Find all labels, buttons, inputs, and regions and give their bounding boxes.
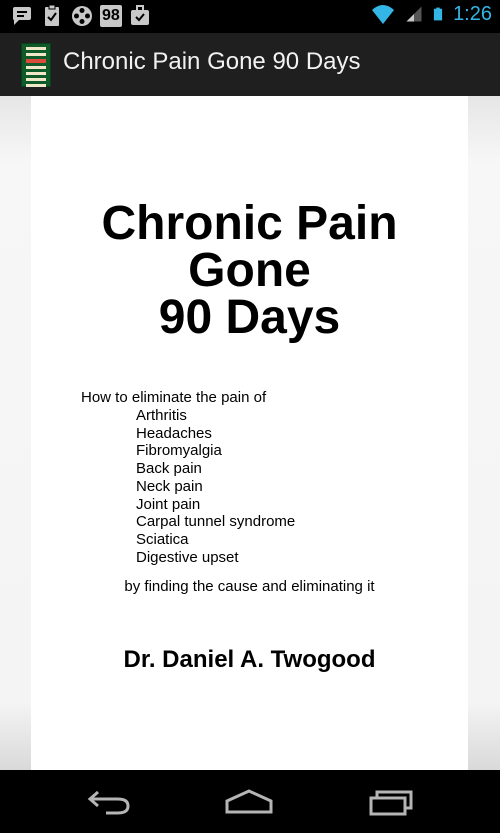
book-title-line-3: 90 Days bbox=[158, 291, 341, 344]
clock: 1:26 bbox=[453, 2, 492, 25]
home-icon bbox=[225, 789, 273, 814]
recents-icon bbox=[369, 790, 413, 816]
book-title-line-2: Gone bbox=[188, 244, 311, 297]
status-bar: 98 1:26 bbox=[0, 0, 500, 33]
action-bar: Chronic Pain Gone 90 Days bbox=[0, 33, 500, 98]
list-item: Joint pain bbox=[136, 495, 201, 513]
notification-badge: 98 bbox=[100, 5, 122, 27]
list-item: Sciatica bbox=[136, 530, 189, 548]
intro-text: How to eliminate the pain of bbox=[81, 389, 267, 406]
chat-icon bbox=[13, 7, 31, 25]
app-icon[interactable] bbox=[21, 43, 51, 87]
content-area[interactable]: Chronic Pain Gone 90 Days How to elimina… bbox=[0, 96, 500, 770]
wifi-icon bbox=[372, 5, 395, 24]
book-title-line-1: Chronic Pain bbox=[101, 197, 398, 250]
list-item: Headaches bbox=[136, 424, 212, 442]
back-icon bbox=[87, 790, 130, 815]
list-item: Neck pain bbox=[136, 477, 203, 495]
author-name: Dr. Daniel A. Twogood bbox=[123, 646, 376, 673]
briefcase-check-icon bbox=[130, 5, 149, 25]
tagline: by finding the cause and eliminating it bbox=[124, 578, 375, 595]
system-icons: 1:26 bbox=[369, 2, 492, 26]
clipboard-check-icon bbox=[45, 4, 59, 26]
notification-icons: 98 bbox=[10, 4, 152, 28]
recents-button[interactable] bbox=[361, 782, 421, 822]
back-button[interactable] bbox=[79, 782, 139, 822]
list-item: Fibromyalgia bbox=[136, 442, 222, 460]
home-button[interactable] bbox=[219, 782, 279, 822]
signal-icon bbox=[406, 6, 422, 22]
book-title: Chronic Pain Gone 90 Days bbox=[31, 197, 468, 344]
conditions-list: Arthritis Headaches Fibromyalgia Back pa… bbox=[136, 407, 295, 566]
list-item: Back pain bbox=[136, 460, 202, 478]
book-cover-page: Chronic Pain Gone 90 Days How to elimina… bbox=[31, 96, 468, 770]
app-title: Chronic Pain Gone 90 Days bbox=[63, 48, 361, 75]
list-item: Arthritis bbox=[136, 407, 187, 424]
list-item: Carpal tunnel syndrome bbox=[136, 513, 296, 531]
list-item: Digestive upset bbox=[136, 548, 239, 566]
film-reel-icon bbox=[72, 6, 92, 26]
battery-icon bbox=[433, 7, 443, 21]
navigation-bar bbox=[0, 770, 500, 833]
